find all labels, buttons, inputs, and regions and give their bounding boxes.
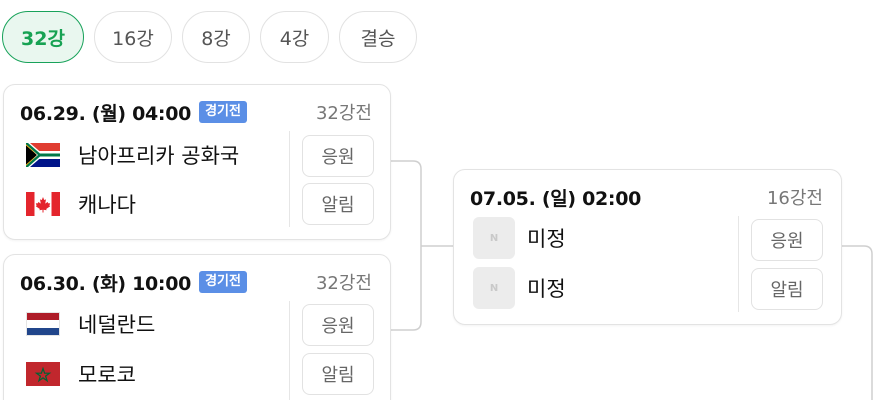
tab-round-of-32[interactable]: 32강 (2, 11, 84, 63)
netherlands-flag-icon (26, 312, 60, 336)
tab-final[interactable]: 결승 (339, 11, 417, 63)
team-name: 미정 (527, 277, 566, 301)
notify-button[interactable]: 알림 (302, 183, 374, 225)
match-round: 32강전 (315, 273, 372, 294)
round-tabs: 32강 16강 8강 4강 결승 (2, 11, 427, 63)
team-name: 남아프리카 공화국 (78, 144, 240, 168)
cheer-button[interactable]: 응원 (751, 219, 823, 261)
match-round: 16강전 (766, 188, 823, 209)
match-card[interactable]: 06.29. (월) 04:00 경기전 32강전 남아프리카 공화국 캐나다 … (3, 84, 391, 240)
match-datetime: 06.29. (월) 04:00 (20, 102, 192, 125)
team-row[interactable]: 네덜란드 (26, 304, 155, 344)
match-datetime: 06.30. (화) 10:00 (20, 272, 192, 295)
placeholder-logo-icon: N (473, 267, 515, 309)
notify-button[interactable]: 알림 (751, 268, 823, 310)
match-header: 06.30. (화) 10:00 경기전 32강전 (20, 268, 372, 296)
tab-semifinal[interactable]: 4강 (260, 11, 329, 63)
tab-quarterfinal[interactable]: 8강 (182, 11, 250, 63)
divider (738, 216, 739, 312)
team-row[interactable]: 모로코 (26, 354, 136, 394)
match-card[interactable]: 07.05. (일) 02:00 16강전 N 미정 N 미정 응원 알림 (453, 169, 842, 325)
divider (289, 131, 290, 227)
placeholder-logo-icon: N (473, 217, 515, 259)
cheer-button[interactable]: 응원 (302, 304, 374, 346)
morocco-flag-icon (26, 362, 60, 386)
status-badge: 경기전 (199, 271, 247, 293)
divider (289, 301, 290, 400)
team-name: 미정 (527, 227, 566, 251)
south-africa-flag-icon (26, 143, 60, 167)
team-name: 모로코 (78, 363, 136, 387)
team-row[interactable]: N 미정 (473, 217, 566, 259)
team-row[interactable]: N 미정 (473, 267, 566, 309)
match-round: 32강전 (315, 103, 372, 124)
match-header: 06.29. (월) 04:00 경기전 32강전 (20, 98, 372, 126)
team-name: 네덜란드 (78, 313, 156, 337)
team-name: 캐나다 (78, 193, 136, 217)
match-card[interactable]: 06.30. (화) 10:00 경기전 32강전 네덜란드 모로코 응원 알림 (3, 254, 391, 400)
match-datetime: 07.05. (일) 02:00 (470, 187, 642, 210)
team-row[interactable]: 캐나다 (26, 184, 136, 224)
team-row[interactable]: 남아프리카 공화국 (26, 135, 239, 175)
canada-flag-icon (26, 192, 60, 216)
match-header: 07.05. (일) 02:00 16강전 (470, 183, 823, 211)
status-badge: 경기전 (199, 101, 247, 123)
notify-button[interactable]: 알림 (302, 353, 374, 395)
cheer-button[interactable]: 응원 (302, 135, 374, 177)
tab-round-of-16[interactable]: 16강 (94, 11, 172, 63)
